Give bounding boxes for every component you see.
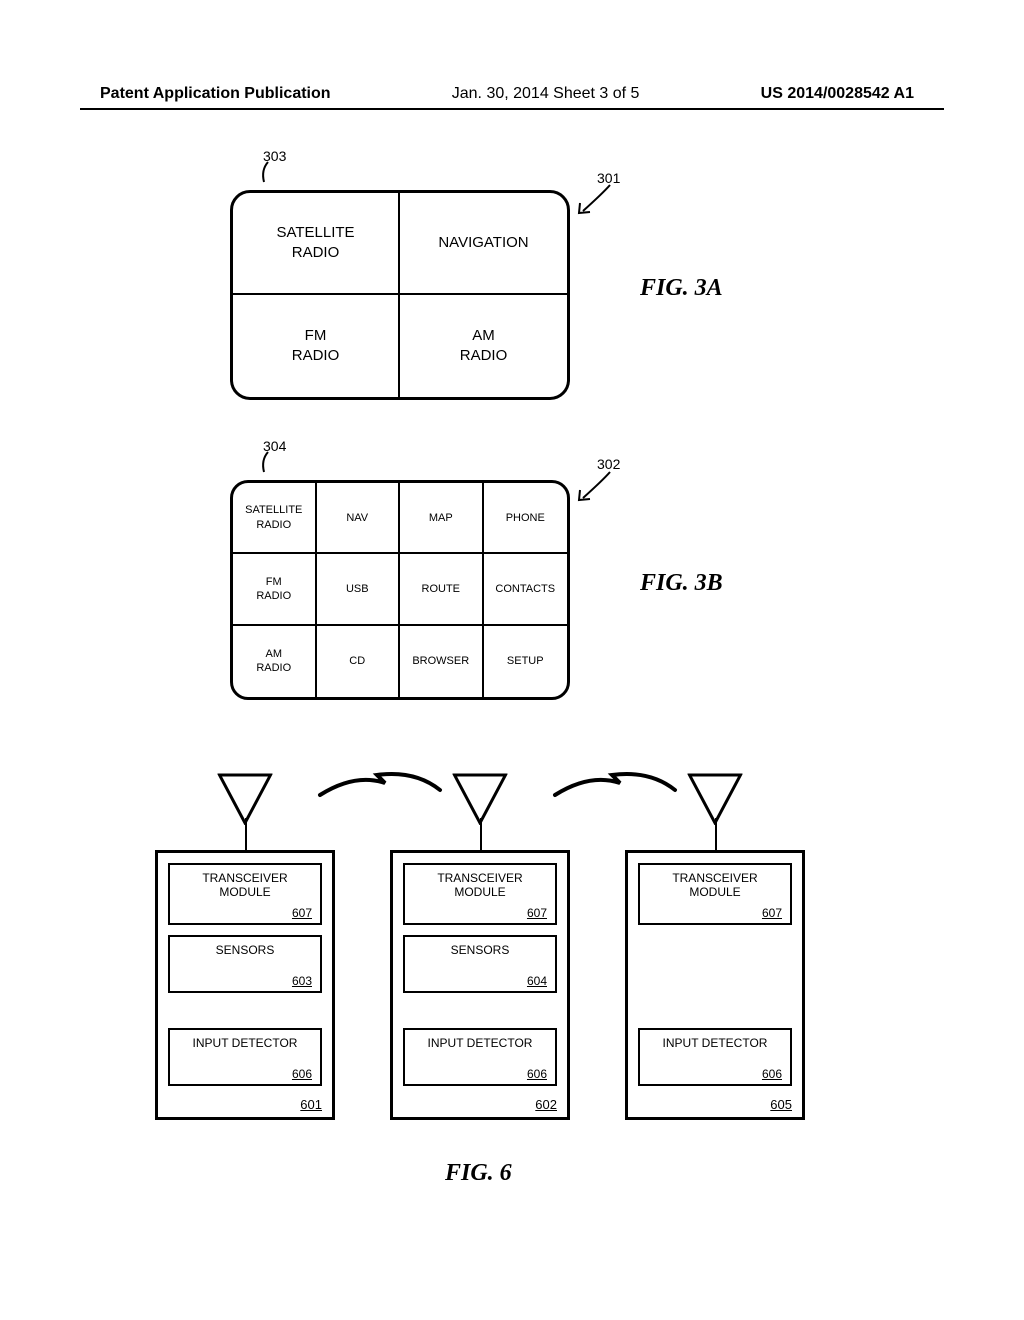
header-date-sheet: Jan. 30, 2014 Sheet 3 of 5 <box>452 85 640 103</box>
input-detector-label: INPUT DETECTOR <box>663 1036 768 1050</box>
ref-602: 602 <box>535 1097 557 1112</box>
cell-cd: CD <box>317 626 401 697</box>
header-patent-number: US 2014/0028542 A1 <box>761 85 914 103</box>
screen-3b: SATELLITE RADIO NAV MAP PHONE FM RADIO U… <box>230 480 570 700</box>
cell-am-radio: AM RADIO <box>400 295 567 397</box>
lightning-icon <box>550 765 680 805</box>
ref-607: 607 <box>762 906 782 920</box>
cell-nav: NAV <box>317 483 401 554</box>
ref-arrow-icon <box>575 183 625 223</box>
transceiver-module: TRANSCEIVER MODULE 607 <box>403 863 557 925</box>
device-602: TRANSCEIVER MODULE 607 SENSORS 604 INPUT… <box>390 850 570 1120</box>
ref-606: 606 <box>527 1067 547 1081</box>
cell-map: MAP <box>400 483 484 554</box>
input-detector-module: INPUT DETECTOR 606 <box>638 1028 792 1086</box>
cell-browser: BROWSER <box>400 626 484 697</box>
ref-603: 603 <box>292 974 312 988</box>
transceiver-module: TRANSCEIVER MODULE 607 <box>168 863 322 925</box>
header-divider <box>80 108 944 110</box>
fig6-area: TRANSCEIVER MODULE 607 SENSORS 603 INPUT… <box>140 770 900 1130</box>
input-detector-label: INPUT DETECTOR <box>193 1036 298 1050</box>
cell-am-radio: AM RADIO <box>233 626 317 697</box>
antenna-line <box>480 818 482 853</box>
patent-page: Patent Application Publication Jan. 30, … <box>0 0 1024 1320</box>
antenna-line <box>245 818 247 853</box>
sensors-label: SENSORS <box>216 943 275 957</box>
sensors-module: SENSORS 604 <box>403 935 557 993</box>
device-601: TRANSCEIVER MODULE 607 SENSORS 603 INPUT… <box>155 850 335 1120</box>
cell-setup: SETUP <box>484 626 568 697</box>
cell-contacts: CONTACTS <box>484 554 568 625</box>
ref-604: 604 <box>527 974 547 988</box>
ref-605: 605 <box>770 1097 792 1112</box>
transceiver-label: TRANSCEIVER MODULE <box>437 871 522 899</box>
device-605: TRANSCEIVER MODULE 607 INPUT DETECTOR 60… <box>625 850 805 1120</box>
transceiver-label: TRANSCEIVER MODULE <box>202 871 287 899</box>
cell-satellite-radio: SATELLITE RADIO <box>233 483 317 554</box>
transceiver-module: TRANSCEIVER MODULE 607 <box>638 863 792 925</box>
sensors-module: SENSORS 603 <box>168 935 322 993</box>
input-detector-module: INPUT DETECTOR 606 <box>403 1028 557 1086</box>
screen-3a: SATELLITE RADIO NAVIGATION FM RADIO AM R… <box>230 190 570 400</box>
transceiver-label: TRANSCEIVER MODULE <box>672 871 757 899</box>
input-detector-module: INPUT DETECTOR 606 <box>168 1028 322 1086</box>
ref-hook-icon <box>258 450 288 480</box>
cell-route: ROUTE <box>400 554 484 625</box>
sensors-label: SENSORS <box>451 943 510 957</box>
ref-607: 607 <box>292 906 312 920</box>
fig-3a-label: FIG. 3A <box>640 275 723 302</box>
ref-hook-icon <box>258 160 288 190</box>
cell-usb: USB <box>317 554 401 625</box>
fig-6-label: FIG. 6 <box>445 1160 512 1187</box>
antenna-line <box>715 818 717 853</box>
lightning-icon <box>315 765 445 805</box>
cell-fm-radio: FM RADIO <box>233 554 317 625</box>
cell-satellite-radio: SATELLITE RADIO <box>233 193 400 295</box>
ref-607: 607 <box>527 906 547 920</box>
cell-fm-radio: FM RADIO <box>233 295 400 397</box>
header-publication: Patent Application Publication <box>100 85 331 103</box>
input-detector-label: INPUT DETECTOR <box>428 1036 533 1050</box>
ref-arrow-icon <box>575 470 625 510</box>
page-header: Patent Application Publication Jan. 30, … <box>0 0 1024 103</box>
cell-navigation: NAVIGATION <box>400 193 567 295</box>
ref-601: 601 <box>300 1097 322 1112</box>
ref-606: 606 <box>292 1067 312 1081</box>
cell-phone: PHONE <box>484 483 568 554</box>
fig-3b-label: FIG. 3B <box>640 570 723 597</box>
ref-606: 606 <box>762 1067 782 1081</box>
